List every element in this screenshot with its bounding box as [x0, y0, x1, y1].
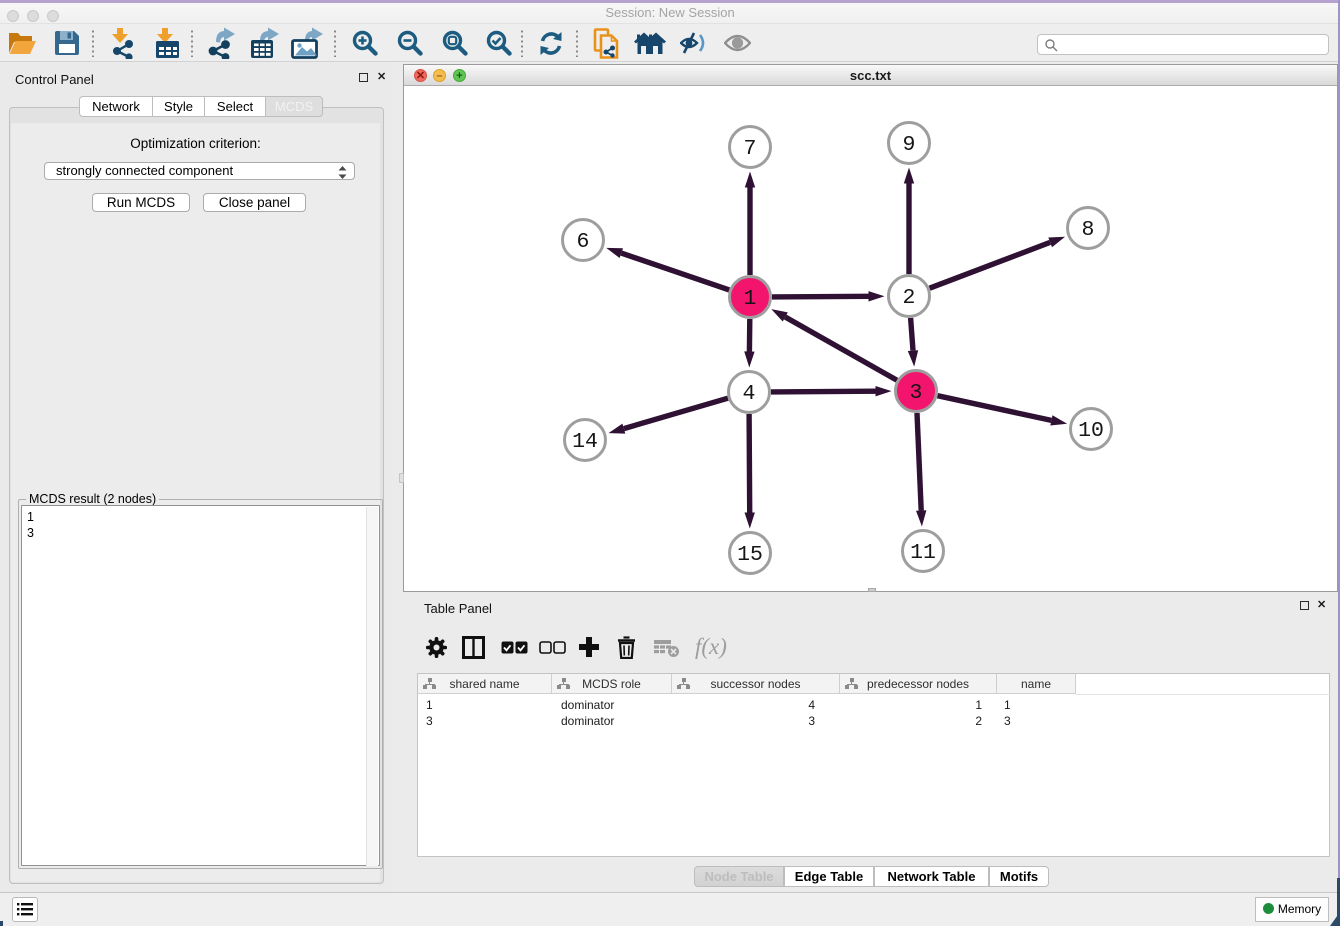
svg-text:7: 7 [744, 137, 757, 161]
svg-text:14: 14 [572, 430, 598, 454]
svg-text:3: 3 [910, 381, 923, 405]
svg-text:4: 4 [743, 382, 756, 406]
svg-text:9: 9 [903, 133, 916, 157]
svg-text:8: 8 [1082, 218, 1095, 242]
svg-text:10: 10 [1078, 419, 1104, 443]
svg-text:6: 6 [577, 230, 590, 254]
svg-text:1: 1 [744, 287, 757, 311]
svg-text:11: 11 [910, 541, 936, 565]
svg-text:2: 2 [903, 286, 916, 310]
svg-text:15: 15 [737, 543, 763, 567]
